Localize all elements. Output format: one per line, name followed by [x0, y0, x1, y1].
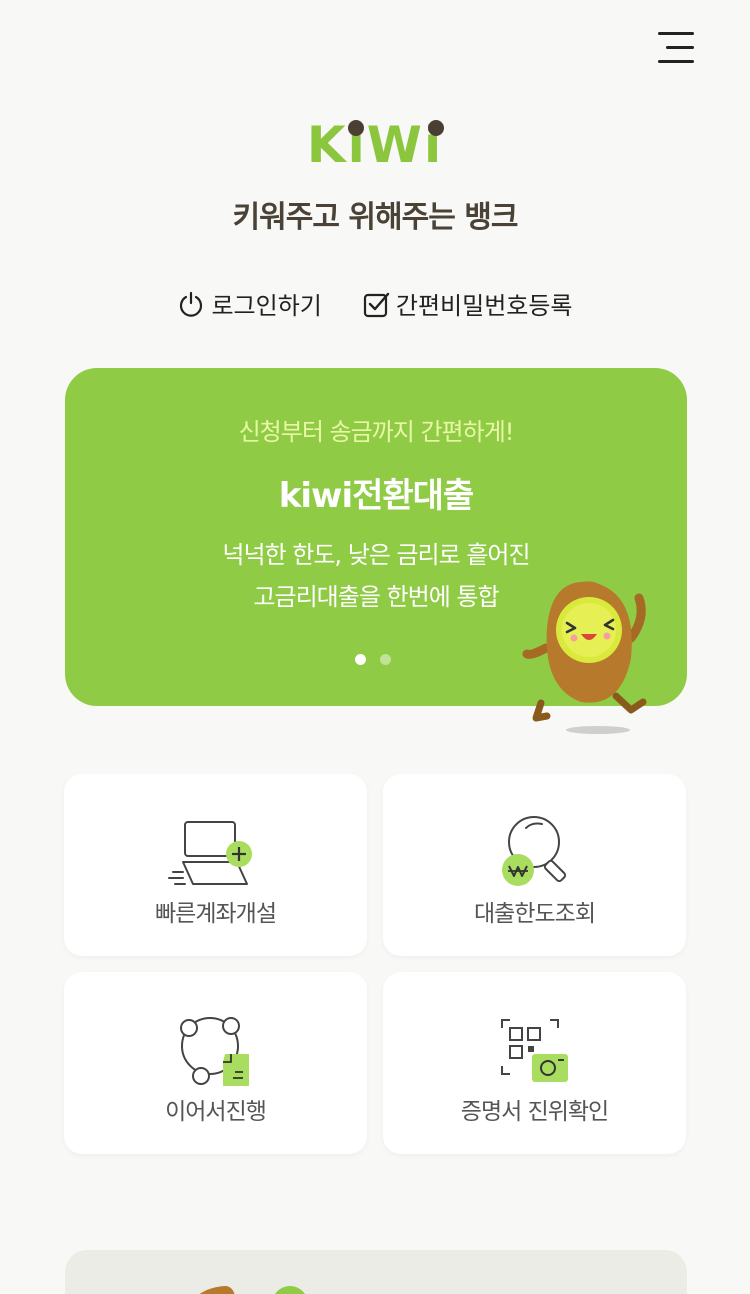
bottom-promo-card[interactable]	[65, 1250, 687, 1294]
tile-label: 이어서진행	[165, 1099, 267, 1125]
hamburger-menu-line	[658, 60, 694, 63]
carousel-dots	[355, 654, 391, 665]
logo-dot	[348, 120, 364, 136]
tagline: 키워주고 위해주는 뱅크	[232, 200, 519, 235]
auth-row: 로그인하기 간편비밀번호등록	[0, 286, 750, 321]
accent-circle-icon	[275, 1286, 305, 1294]
power-icon	[180, 291, 203, 317]
pin-register-label: 간편비밀번호등록	[395, 292, 573, 320]
mascot-peek-icon	[199, 1286, 235, 1294]
menu-button[interactable]	[658, 30, 698, 66]
banner-title: kiwi전환대출	[278, 476, 474, 516]
banner-subtitle: 신청부터 송금까지 간편하게!	[238, 418, 515, 446]
tile-label: 대출한도조회	[474, 901, 596, 927]
carousel-dot[interactable]	[380, 654, 391, 665]
hamburger-menu-icon	[658, 32, 694, 35]
kiwi-mascot-icon	[522, 581, 647, 734]
tile-label: 빠른계좌개설	[155, 901, 277, 927]
promo-banner[interactable]: 신청부터 송금까지 간편하게! kiwi전환대출 넉넉한 한도, 낮은 금리로 …	[65, 368, 687, 734]
tile-label: 증명서 진위확인	[460, 1099, 609, 1125]
pin-register-button[interactable]: 간편비밀번호등록	[362, 286, 573, 321]
qr-camera-icon	[501, 1019, 568, 1082]
logo-dot	[428, 120, 444, 136]
logo-text: KiWi	[306, 116, 444, 174]
tile-certificate-verify[interactable]: 증명서 진위확인	[383, 972, 686, 1154]
brand-logo: KiWi	[0, 115, 750, 175]
magnifier-won-icon	[502, 816, 567, 886]
laptop-plus-icon	[168, 821, 252, 885]
tile-quick-account[interactable]: 빠른계좌개설	[64, 774, 367, 956]
banner-desc-line: 넉넉한 한도, 낮은 금리로 흩어진	[222, 541, 530, 569]
tile-loan-limit[interactable]: 대출한도조회	[383, 774, 686, 956]
tile-continue[interactable]: 이어서진행	[64, 972, 367, 1154]
continue-document-icon	[180, 1017, 249, 1086]
login-button[interactable]: 로그인하기	[177, 286, 322, 321]
login-label: 로그인하기	[211, 292, 322, 320]
hamburger-menu-line	[666, 46, 694, 49]
checkbox-icon	[363, 292, 390, 317]
carousel-dot-active[interactable]	[355, 654, 366, 665]
